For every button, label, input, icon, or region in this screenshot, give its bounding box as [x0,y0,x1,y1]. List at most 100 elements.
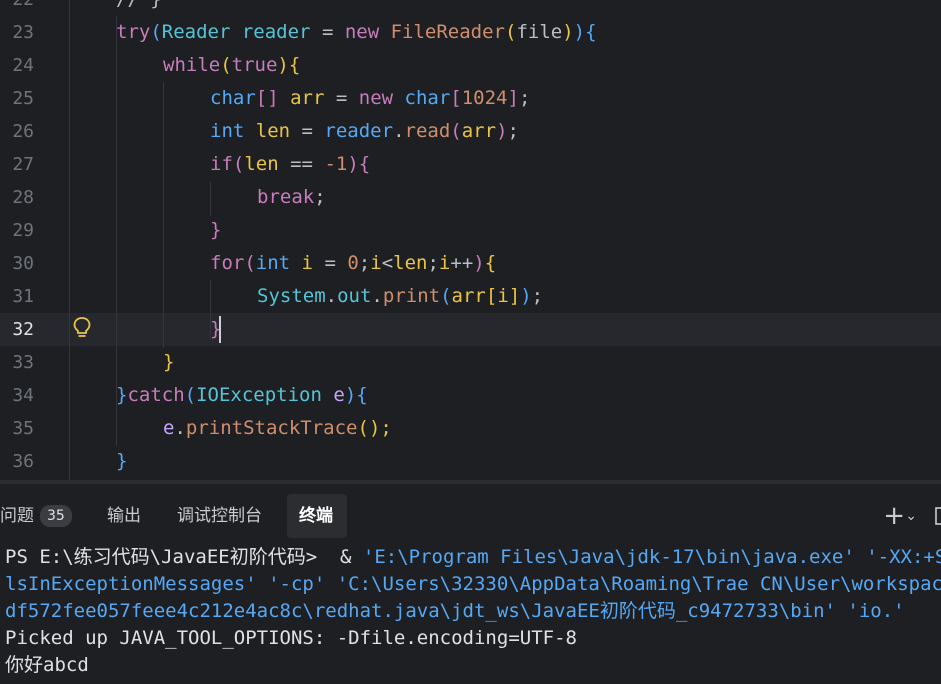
code-line[interactable]: 36} [0,445,941,478]
chevron-down-icon[interactable]: ⌄ [905,494,917,538]
lightbulb-icon[interactable] [72,316,92,340]
line-number: 27 [12,154,34,175]
terminal-line: lsInExceptionMessages' '-cp' 'C:\Users\3… [5,573,941,595]
code-token: (); [357,417,392,439]
code-token: if [210,153,233,175]
code-token: int [255,252,302,274]
indent-guide [210,182,211,216]
code-line[interactable]: 28 break; [0,181,941,214]
terminal-line: Picked up JAVA_TOOL_OPTIONS: -Dfile.enco… [5,627,577,649]
terminal-line: PS E:\练习代码\JavaEE初阶代码> & 'E:\Program Fil… [5,544,941,571]
line-number: 22 [0,0,34,16]
code-token: ( [220,54,232,76]
code-line[interactable]: 29} [0,214,941,247]
code-token: == [278,153,325,175]
code-token: arr [451,285,486,307]
code-text: while(true){ [163,49,300,82]
code-token: reader [241,21,311,43]
line-number: 36 [12,451,34,472]
indent-guide [163,82,164,348]
code-token: ) [473,252,485,274]
code-token: ; [507,120,519,142]
split-terminal-icon[interactable] [935,494,941,538]
code-line[interactable]: 34}catch(IOException e){ [0,379,941,412]
code-token: . [393,120,405,142]
code-line[interactable]: 23 try(Reader reader = new FileReader(fil… [0,16,941,49]
code-token: len [244,153,279,175]
code-token: ( [232,153,245,175]
code-token: System [257,285,326,307]
code-text: e.printStackTrace(); [163,412,392,445]
code-line[interactable]: 32} [0,313,941,346]
code-token: int [210,120,256,142]
code-text: int len = reader.read(arr); [210,115,519,148]
code-token: ( [440,285,452,307]
code-token: ( [504,21,517,43]
terminal-output[interactable]: PS E:\练习代码\JavaEE初阶代码> & 'E:\Program Fil… [0,544,941,684]
code-token: [] [255,87,291,109]
code-token: } [116,384,128,406]
terminal-line: 你好abcd [5,654,89,676]
code-line[interactable]: 31 System.out.print(arr[i]); [0,280,941,313]
code-token: i [301,252,313,274]
tab-terminal[interactable]: 终端 [287,494,347,538]
code-token: // } [116,0,162,10]
code-token: ( [184,384,197,406]
code-text: }catch(IOException e){ [116,379,368,412]
code-token: = [290,120,325,142]
code-token: IOException [196,384,334,406]
code-line[interactable]: 26 int len = reader.read(arr); [0,115,941,148]
code-text: if(len == -1){ [210,148,370,181]
code-token: ] [508,285,521,307]
problems-count-badge: 35 [40,505,72,527]
indent-guide [116,16,117,446]
tab-label: 调试控制台 [177,506,262,526]
code-line[interactable]: 25 char[] arr = new char[1024]; [0,82,941,115]
code-token: } [116,450,128,472]
indent-guide [69,0,70,480]
code-token: true [231,54,278,76]
tab-debug-console[interactable]: 调试控制台 [165,494,274,538]
code-line[interactable]: 30 for(int i = 0;i<len;i++){ [0,247,941,280]
code-token: for [210,252,245,274]
code-token: Reader [161,21,242,43]
code-token: ( [244,252,256,274]
line-number: 33 [12,352,34,373]
code-token: arr [290,87,325,109]
code-line[interactable]: 33} [0,346,941,379]
code-token: ; [518,87,531,109]
bottom-panel: 问题 35 输出 调试控制台 终端 + ⌄ PS E:\练习代码\JavaEE初阶… [0,484,941,683]
code-token: e [163,417,175,439]
code-text: for(int i = 0;i<len;i++){ [210,247,496,280]
code-editor[interactable]: 22 // } 23try(Reader reader = new FileRead… [0,0,941,480]
code-token: ; [531,285,544,307]
code-line[interactable]: 24 while(true){ [0,49,941,82]
code-token: try [116,21,151,43]
code-token: } [210,219,222,241]
add-terminal-button[interactable]: + [883,494,905,538]
tab-label: 输出 [107,506,141,526]
code-token: read [404,120,451,142]
code-token: ) [562,21,574,43]
terminal-command: 'E:\Program Files\Java\jdk-17\bin\java.e… [362,546,941,568]
tab-output[interactable]: 输出 [95,494,153,538]
text-caret [219,316,221,343]
code-token: reader [324,120,394,142]
code-token: break [257,186,315,208]
code-token: [ [485,285,498,307]
code-line[interactable]: 35 e.printStackTrace(); [0,412,941,445]
code-token: ){ [277,54,301,76]
code-token: new [358,87,405,109]
tab-problems[interactable]: 问题 35 [0,494,84,538]
code-token: len [255,120,291,142]
code-line[interactable]: 22 // } [0,0,941,16]
code-token: ( [150,21,162,43]
code-token: = [310,21,345,43]
code-token: . [325,285,338,307]
tab-label: 终端 [299,506,333,526]
code-line[interactable]: 27 if(len == -1){ [0,148,941,181]
code-token: ; [427,252,439,274]
line-number: 32 [12,319,34,340]
code-token: ( [450,120,462,142]
code-token: ++ [450,252,474,274]
